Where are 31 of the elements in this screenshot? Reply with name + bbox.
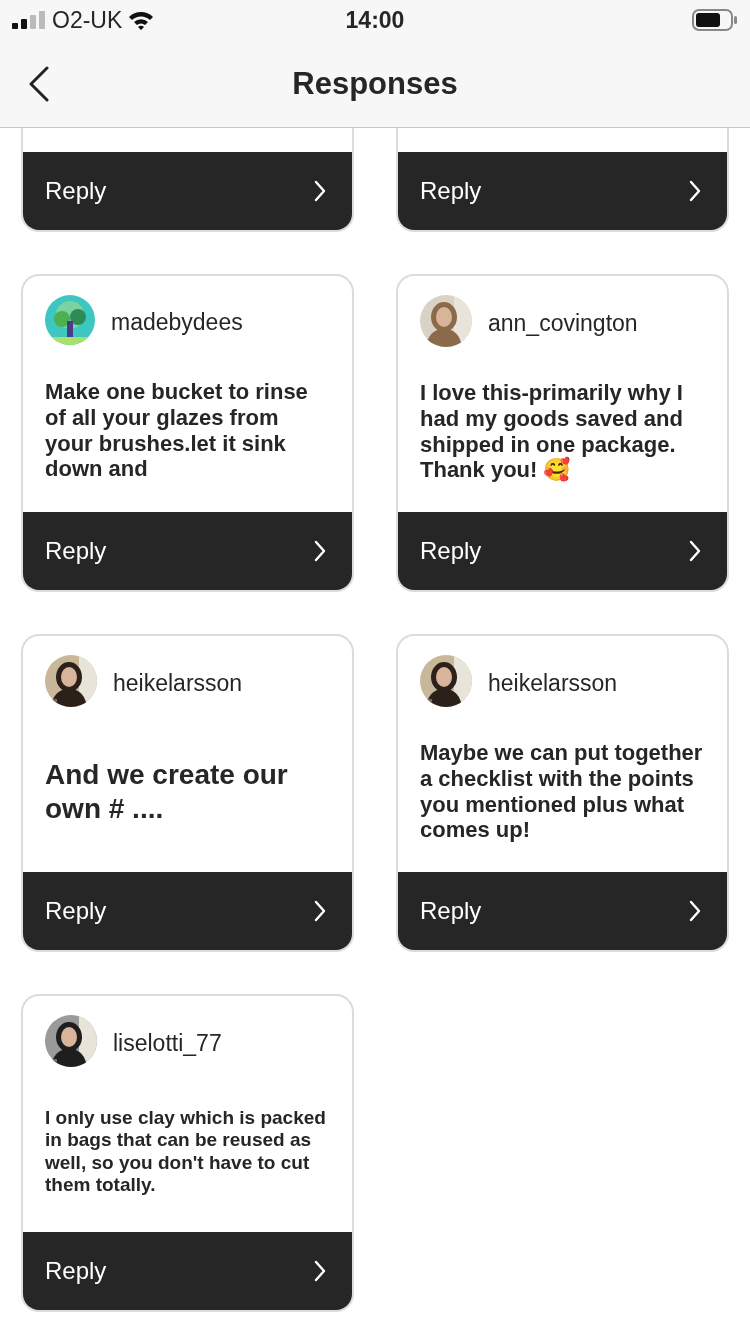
- username[interactable]: ann_covington: [488, 309, 638, 337]
- chevron-icon: [689, 540, 701, 562]
- response-text: I love this-primarily why I had my goods saved and shipped in one package. Thank you! 🥰: [420, 379, 684, 484]
- reply-button[interactable]: Reply: [23, 872, 352, 950]
- chevron-icon: [314, 180, 326, 202]
- response-text: Make one bucket to rinse of all your glazes from your brushes.let it sink down and: [45, 378, 309, 483]
- signal-icon: [12, 11, 46, 29]
- chevron-icon: [314, 900, 326, 922]
- reply-button[interactable]: Reply: [23, 152, 352, 230]
- clock-time: 14:00: [345, 6, 405, 33]
- response-text: Maybe we can put together a checklist with the points you mentioned plus what comes up!: [420, 739, 704, 844]
- page-title: Responses: [292, 65, 458, 101]
- reply-button[interactable]: Reply: [398, 152, 727, 230]
- response-text: I only use clay which is packed in bags that can be reused as well, so you don't have to cut them totally.: [45, 1106, 327, 1197]
- reply-button[interactable]: Reply: [398, 512, 727, 590]
- reply-button[interactable]: Reply: [23, 512, 352, 590]
- carrier-name: O2-UK: [52, 6, 123, 34]
- chevron-icon: [314, 540, 326, 562]
- chevron-icon: [314, 1260, 326, 1282]
- username[interactable]: heikelarsson: [113, 669, 243, 697]
- battery-icon: [692, 9, 738, 31]
- back-icon[interactable]: [28, 65, 50, 102]
- username[interactable]: madebydees: [111, 308, 243, 336]
- username[interactable]: liselotti_77: [113, 1029, 222, 1057]
- reply-button[interactable]: Reply: [398, 872, 727, 950]
- username[interactable]: heikelarsson: [488, 669, 618, 697]
- reply-button[interactable]: Reply: [23, 1232, 352, 1310]
- wifi-icon: [128, 10, 155, 30]
- chevron-icon: [689, 180, 701, 202]
- chevron-icon: [689, 900, 701, 922]
- response-text: And we create our own # ....: [45, 758, 289, 825]
